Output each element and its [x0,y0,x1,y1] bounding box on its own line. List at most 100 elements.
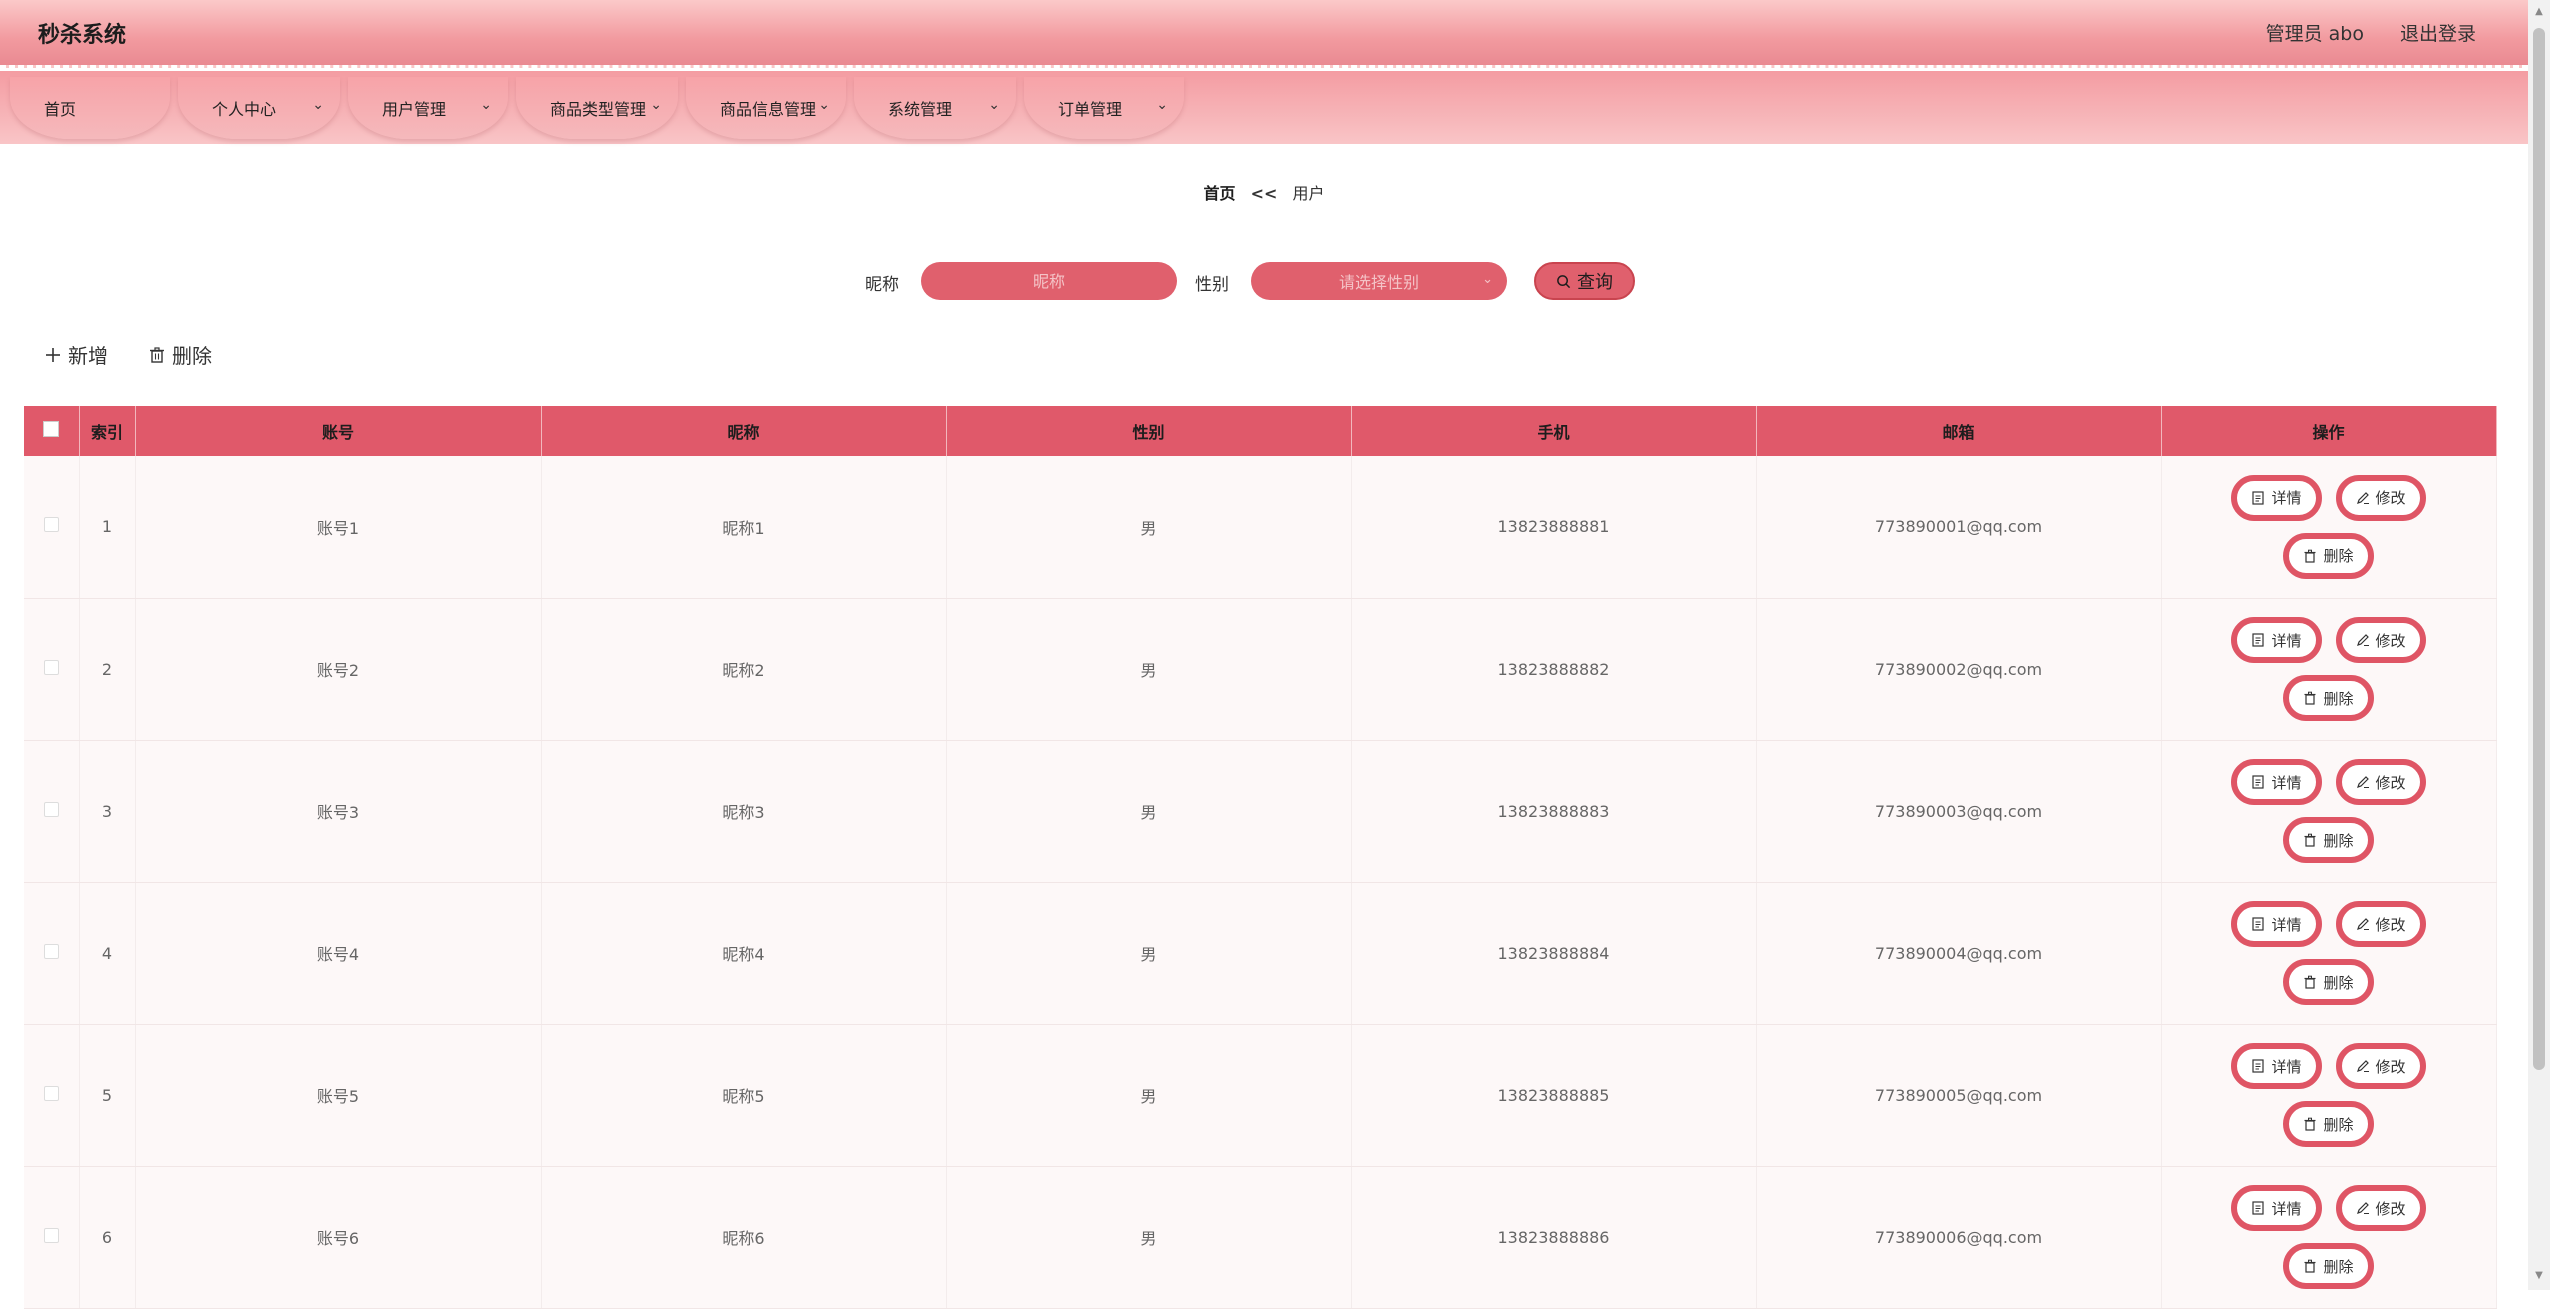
row-select-cell[interactable] [24,1024,80,1167]
row-select-cell[interactable] [24,882,80,1025]
header-account: 账号 [135,406,542,456]
row-select-cell[interactable] [24,1166,80,1309]
row-checkbox[interactable] [43,659,59,675]
detail-button[interactable]: 详情 [2231,1043,2322,1089]
cell-phone: 13823888881 [1351,456,1757,599]
scrollbar-thumb[interactable] [2533,28,2545,1070]
cell-index: 4 [79,882,136,1025]
row-actions: 详情 修改删除 [2214,1043,2444,1147]
row-delete-button[interactable]: 删除 [2283,959,2374,1005]
edit-button-label: 修改 [2375,489,2406,508]
detail-button[interactable]: 详情 [2231,759,2322,805]
cell-nickname: 昵称5 [541,1024,947,1167]
detail-button[interactable]: 详情 [2231,1185,2322,1231]
row-select-cell[interactable] [24,740,80,883]
row-delete-button-label: 删除 [2323,1115,2354,1134]
edit-button[interactable]: 修改 [2335,901,2426,947]
user-area: 管理员 abo 退出登录 [2266,19,2476,46]
cell-account: 账号3 [135,740,542,883]
edit-button-label: 修改 [2375,631,2406,650]
row-checkbox[interactable] [43,943,59,959]
cell-phone: 13823888883 [1351,740,1757,883]
header-select-all[interactable] [24,406,80,456]
pencil-icon [2356,1202,2369,1214]
gender-select-placeholder: 请选择性别 [1338,273,1419,292]
cell-phone: 13823888885 [1351,1024,1757,1167]
edit-button[interactable]: 修改 [2335,1043,2426,1089]
nav-item-label: 商品类型管理 [550,100,647,119]
header-index: 索引 [79,406,136,456]
row-delete-button[interactable]: 删除 [2283,1101,2374,1147]
detail-button-label: 详情 [2271,631,2302,650]
cell-ops: 详情 修改删除 [2161,740,2497,883]
scroll-down-arrow[interactable]: ▼ [2533,1270,2545,1284]
nav-item-home[interactable]: 首页 [10,77,170,139]
detail-button[interactable]: 详情 [2231,901,2322,947]
cell-gender: 男 [946,456,1352,599]
nav-item-system-management[interactable]: 系统管理 ⌄ [854,77,1016,139]
row-checkbox[interactable] [43,517,59,533]
cell-gender: 男 [946,882,1352,1025]
cell-index: 1 [79,456,136,599]
breadcrumb-home[interactable]: 首页 [1203,184,1235,203]
cell-index: 2 [79,598,136,741]
logout-link[interactable]: 退出登录 [2400,19,2476,46]
row-delete-button[interactable]: 删除 [2283,817,2374,863]
nav-item-user-management[interactable]: 用户管理 ⌄ [348,77,508,139]
header-phone: 手机 [1351,406,1757,456]
pencil-icon [2356,1060,2369,1072]
nickname-input[interactable] [921,262,1177,300]
scroll-up-arrow[interactable]: ▲ [2533,6,2545,20]
row-actions: 详情 修改删除 [2214,1185,2444,1289]
cell-index: 3 [79,740,136,883]
bulk-delete-button-label: 删除 [172,344,212,368]
select-all-checkbox[interactable] [43,421,60,437]
row-delete-button-label: 删除 [2323,973,2354,992]
add-button[interactable]: 新增 [44,340,108,369]
row-actions: 详情 修改删除 [2214,901,2444,1005]
detail-button[interactable]: 详情 [2231,474,2322,521]
row-checkbox[interactable] [43,1227,59,1243]
row-actions: 详情 修改删除 [2214,474,2444,579]
row-delete-button[interactable]: 删除 [2283,675,2374,721]
cell-account: 账号2 [135,598,542,741]
edit-button[interactable]: 修改 [2335,617,2426,663]
trash-icon [2304,1259,2316,1273]
row-select-cell[interactable] [24,598,80,741]
trash-icon [150,346,164,363]
breadcrumb: 首页 << 用户 [0,180,2528,204]
cell-account: 账号5 [135,1024,542,1167]
gender-select[interactable]: 请选择性别 ⌄ [1251,262,1507,300]
edit-button[interactable]: 修改 [2335,759,2426,805]
header-ops: 操作 [2161,406,2497,456]
pencil-icon [2356,491,2369,504]
row-checkbox[interactable] [43,1085,59,1101]
bulk-delete-button[interactable]: 删除 [148,340,212,369]
cell-ops: 详情 修改删除 [2161,598,2497,741]
scrollbar[interactable]: ▲ ▼ [2528,0,2550,1290]
pencil-icon [2356,776,2369,788]
nav-item-order-management[interactable]: 订单管理 ⌄ [1024,77,1184,139]
document-icon [2252,491,2265,505]
header-email: 邮箱 [1756,406,2162,456]
document-icon [2252,633,2265,647]
query-button[interactable]: 查询 [1534,262,1635,300]
nav-item-product-info-management[interactable]: 商品信息管理 ⌄ [686,77,846,139]
nav-item-personal-center[interactable]: 个人中心 ⌄ [178,77,340,139]
row-delete-button[interactable]: 删除 [2283,1243,2374,1289]
cell-nickname: 昵称1 [541,456,947,599]
chevron-down-icon: ⌄ [1482,272,1493,287]
chevron-down-icon: ⌄ [818,97,830,113]
detail-button[interactable]: 详情 [2231,617,2322,663]
row-checkbox[interactable] [43,801,59,817]
table-row: 4 账号4 昵称4 男 13823888884 773890004@qq.com 详情 修改删… [24,882,2497,1025]
nav-item-product-type-management[interactable]: 商品类型管理 ⌄ [516,77,678,139]
edit-button[interactable]: 修改 [2335,1185,2426,1231]
pencil-icon [2356,634,2369,646]
row-select-cell[interactable] [24,456,80,599]
cell-gender: 男 [946,740,1352,883]
cell-ops: 详情 修改删除 [2161,1166,2497,1309]
edit-button-label: 修改 [2375,773,2406,792]
row-delete-button[interactable]: 删除 [2283,532,2374,579]
edit-button[interactable]: 修改 [2335,474,2426,521]
